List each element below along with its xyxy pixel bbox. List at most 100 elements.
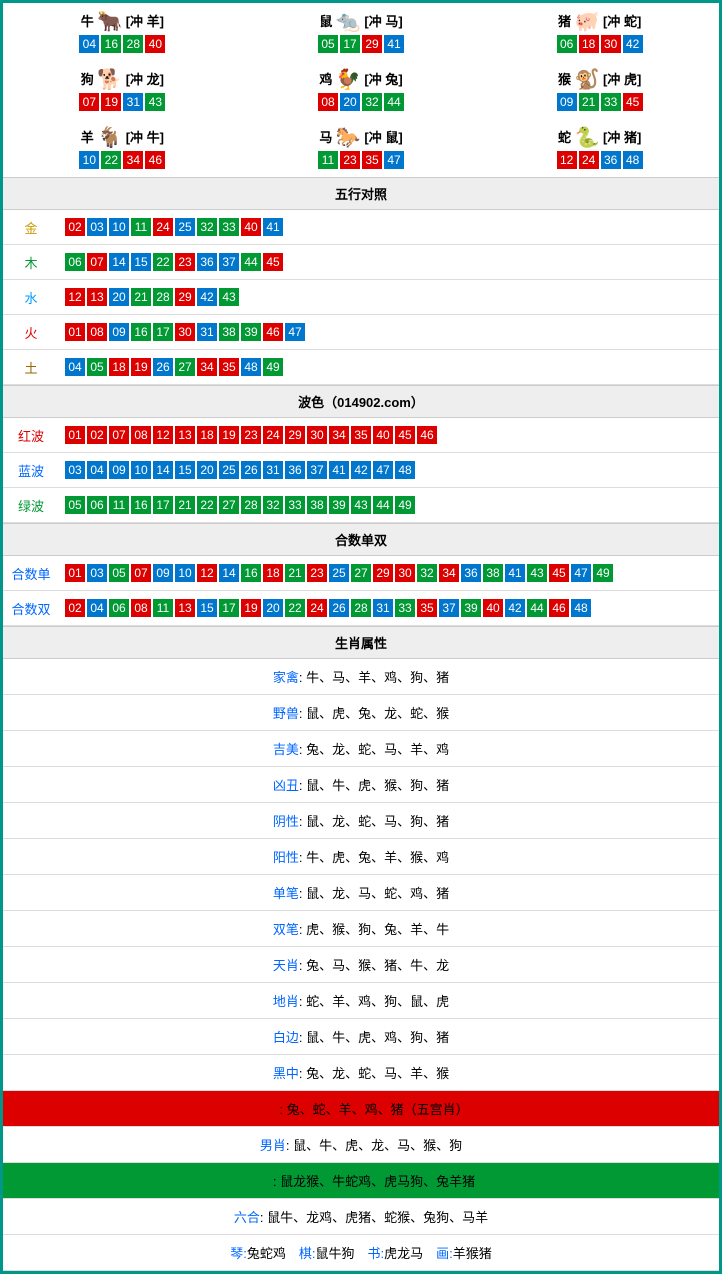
- row-label: 合数单: [3, 556, 59, 591]
- row-label: 蓝波: [3, 453, 59, 488]
- zodiac-name: 鸡: [319, 69, 332, 88]
- heshu-header: 合数单双: [3, 523, 719, 556]
- number-chip: 24: [579, 151, 599, 169]
- zodiac-cell: 猴🐒[冲 虎]09213345: [480, 61, 719, 119]
- number-chip: 48: [623, 151, 643, 169]
- bose-header: 波色（014902.com）: [3, 385, 719, 418]
- number-chip: 49: [395, 496, 415, 514]
- number-chip: 41: [384, 35, 404, 53]
- number-chip: 23: [241, 426, 261, 444]
- attr-row: 野兽: 鼠、虎、兔、龙、蛇、猴: [3, 695, 719, 731]
- attr-key: 吉美: [273, 742, 299, 757]
- z-goat-icon: 🐐: [96, 125, 124, 147]
- attr-row: 六合: 鼠牛、龙鸡、虎猪、蛇猴、兔狗、马羊: [3, 1199, 719, 1235]
- number-chip: 30: [601, 35, 621, 53]
- number-chip: 27: [175, 358, 195, 376]
- number-chip: 07: [109, 426, 129, 444]
- number-chip: 48: [571, 599, 591, 617]
- number-chip: 20: [263, 599, 283, 617]
- number-chip: 30: [395, 564, 415, 582]
- number-chip: 34: [329, 426, 349, 444]
- number-chip: 43: [145, 93, 165, 111]
- number-chip: 04: [65, 358, 85, 376]
- number-chip: 26: [241, 461, 261, 479]
- attr-key: 白边: [273, 1030, 299, 1045]
- wuxing-header: 五行对照: [3, 177, 719, 210]
- number-chip: 43: [219, 288, 239, 306]
- number-chip: 11: [153, 599, 173, 617]
- number-chip: 02: [87, 426, 107, 444]
- number-chip: 13: [175, 599, 195, 617]
- number-chip: 14: [153, 461, 173, 479]
- number-chip: 47: [285, 323, 305, 341]
- number-chip: 44: [373, 496, 393, 514]
- attr-value: 鼠、龙、蛇、马、狗、猪: [306, 814, 449, 829]
- number-chip: 14: [219, 564, 239, 582]
- attr-key: 地肖: [273, 994, 299, 1009]
- number-chip: 27: [351, 564, 371, 582]
- number-chip: 06: [557, 35, 577, 53]
- row-label: 合数双: [3, 591, 59, 626]
- number-chip: 13: [175, 426, 195, 444]
- row-label: 金: [3, 210, 59, 245]
- number-chip: 02: [65, 599, 85, 617]
- zodiac-conflict: [冲 蛇]: [603, 11, 641, 30]
- number-chip: 16: [131, 496, 151, 514]
- attr-value: 兔、蛇、羊、鸡、猪（五宫肖）: [287, 1102, 469, 1117]
- attr-value: 兔、龙、蛇、马、羊、猴: [306, 1066, 449, 1081]
- number-chip: 29: [285, 426, 305, 444]
- number-chip: 08: [318, 93, 338, 111]
- number-chip: 41: [263, 218, 283, 236]
- number-chip: 33: [219, 218, 239, 236]
- zodiac-conflict: [冲 马]: [364, 11, 402, 30]
- number-chip: 15: [175, 461, 195, 479]
- number-chip: 33: [601, 93, 621, 111]
- number-chip: 21: [285, 564, 305, 582]
- number-chip: 20: [340, 93, 360, 111]
- zodiac-name: 羊: [81, 127, 94, 146]
- number-chip: 18: [579, 35, 599, 53]
- row-label: 水: [3, 280, 59, 315]
- number-chip: 39: [329, 496, 349, 514]
- number-chip: 22: [153, 253, 173, 271]
- attr-key: 天肖: [273, 958, 299, 973]
- number-chip: 24: [263, 426, 283, 444]
- number-chip: 45: [395, 426, 415, 444]
- z-horse-icon: 🐎: [334, 125, 362, 147]
- number-chip: 37: [439, 599, 459, 617]
- number-chip: 29: [175, 288, 195, 306]
- number-chip: 09: [153, 564, 173, 582]
- number-chip: 06: [109, 599, 129, 617]
- number-chip: 49: [263, 358, 283, 376]
- number-chip: 44: [241, 253, 261, 271]
- number-chip: 08: [131, 599, 151, 617]
- number-chip: 40: [145, 35, 165, 53]
- number-chip: 08: [87, 323, 107, 341]
- z-rooster-icon: 🐓: [334, 67, 362, 89]
- number-chip: 22: [285, 599, 305, 617]
- zodiac-conflict: [冲 羊]: [126, 11, 164, 30]
- number-chip: 27: [219, 496, 239, 514]
- attr-value: 牛、虎、兔、羊、猴、鸡: [306, 850, 449, 865]
- zodiac-conflict: [冲 鼠]: [364, 127, 402, 146]
- attr-key: 黑中: [273, 1066, 299, 1081]
- attr-value: 鼠、龙、马、蛇、鸡、猪: [306, 886, 449, 901]
- zodiac-conflict: [冲 猪]: [603, 127, 641, 146]
- number-chip: 05: [65, 496, 85, 514]
- number-chip: 17: [219, 599, 239, 617]
- number-chip: 11: [109, 496, 129, 514]
- number-chip: 11: [318, 151, 338, 169]
- attr-key: 家禽: [273, 670, 299, 685]
- bottom-row: 琴:兔蛇鸡 棋:鼠牛狗 书:虎龙马 画:羊猴猪: [3, 1235, 719, 1271]
- number-chip: 38: [483, 564, 503, 582]
- number-chip: 11: [131, 218, 151, 236]
- z-dog-icon: 🐕: [96, 67, 124, 89]
- attr-key: 三合: [247, 1174, 273, 1189]
- number-chip: 18: [197, 426, 217, 444]
- shuxing-header: 生肖属性: [3, 626, 719, 659]
- number-chip: 31: [373, 599, 393, 617]
- attr-row: 凶丑: 鼠、牛、虎、猴、狗、猪: [3, 767, 719, 803]
- number-chip: 04: [87, 599, 107, 617]
- number-chip: 22: [101, 151, 121, 169]
- number-chip: 42: [623, 35, 643, 53]
